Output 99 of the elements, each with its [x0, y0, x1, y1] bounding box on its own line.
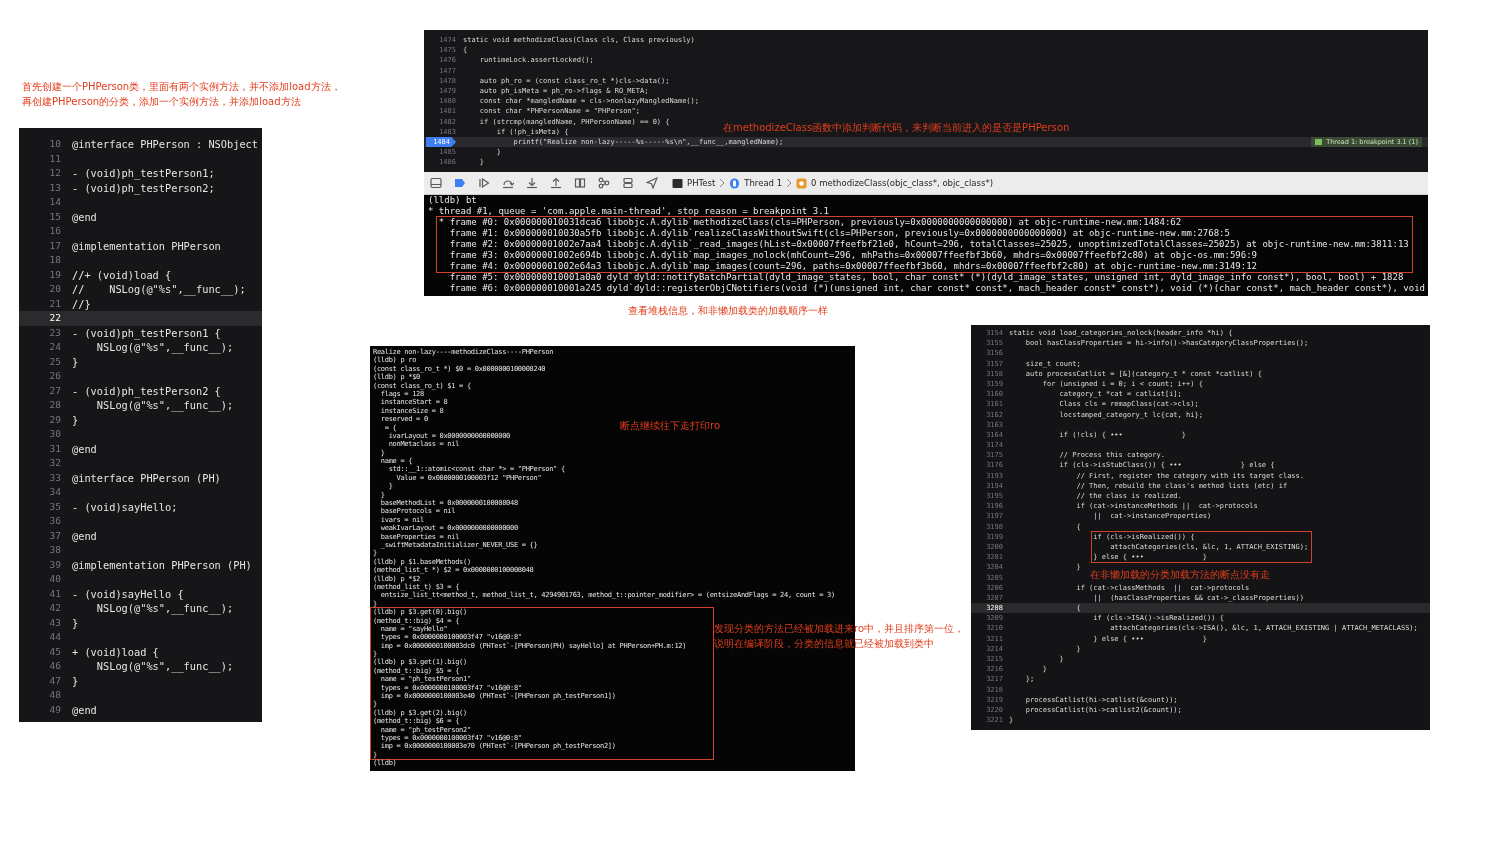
code-line: - (void)sayHello; [72, 499, 178, 514]
console-line: * frame #0: 0x000000010031dca6 libobjc.A.dylib`methodizeClass(cls=PHPerson, previously=0x0000000000000000) at objc-runtime-new.mm:1484:62 [437, 217, 1182, 228]
code-line: // NSLog(@"%s",__func__); [72, 282, 246, 297]
console-line: frame #1: 0x000000010030a5fb libobjc.A.dylib`realizeClassWithoutSwift(cls=PHPerson, previously=0x0000000000000000) at objc-runtime-new.mm:2768:5 [448, 228, 1230, 239]
line-number: 36 [48, 514, 61, 528]
code-line: @interface PHPerson (PH) [72, 470, 221, 485]
annotation-text: 断点继续往下走打印ro [620, 420, 720, 431]
console-line: frame #5: 0x000000010001a0a0 dyld`dyld::notifyBatchPartial(dyld_image_states, bool, char const* (*)(dyld_image_states, unsigned int, dyld_image_info const*), bool, bool) + 1828 [448, 272, 1404, 283]
line-number: 39 [48, 557, 61, 572]
step-into-icon[interactable] [526, 177, 538, 189]
line-number: 31 [48, 441, 61, 456]
console-line: * thread #1, queue = 'com.apple.main-thread', stop reason = breakpoint 3.1 [428, 206, 829, 217]
code-line: } [72, 615, 79, 630]
code-line: NSLog(@"%s",__func__); [95, 340, 234, 355]
line-number: 20 [48, 282, 61, 296]
code-line: NSLog(@"%s",__func__); [95, 659, 234, 674]
line-number: 40 [48, 572, 61, 586]
line-number: 13 [48, 180, 61, 195]
line-number: 37 [48, 528, 61, 543]
code-line: - (void)ph_testPerson1; [72, 166, 215, 181]
line-number: 16 [48, 224, 61, 238]
line-number: 17 [48, 238, 61, 253]
line-number: 26 [48, 369, 61, 383]
line-number: 10 [48, 137, 61, 151]
line-number: 24 [48, 340, 61, 354]
location-icon[interactable] [646, 177, 658, 189]
chevron-icon [786, 177, 793, 189]
line-number: 29 [48, 412, 61, 427]
thread-icon [729, 177, 741, 189]
line-number: 46 [48, 659, 61, 673]
breakpoint-tag-icon[interactable] [454, 177, 466, 189]
code-line: NSLog(@"%s",__func__); [95, 398, 234, 413]
code-line: - (void)ph_testPerson2; [72, 180, 215, 195]
line-number: 27 [48, 383, 61, 398]
code-line: } [72, 673, 79, 688]
line-number: 14 [48, 195, 61, 209]
console-line: (lldb) bt [428, 195, 477, 206]
code-line: @end [72, 702, 97, 717]
code-line: - (void)sayHello { [72, 586, 184, 601]
continue-icon[interactable] [478, 177, 490, 189]
code-line: - (void)ph_testPerson2 { [72, 383, 221, 398]
line-number: 32 [48, 456, 61, 470]
code-line: } [72, 412, 79, 427]
breadcrumb-item[interactable]: Thread 1 [744, 178, 783, 188]
line-number: 42 [48, 601, 61, 615]
step-over-icon[interactable] [502, 177, 514, 189]
annotation-text: 再创建PHPerson的分类，添加一个实例方法，并添加load方法 [22, 96, 301, 107]
line-number: 43 [48, 615, 61, 630]
line-number: 41 [48, 586, 61, 601]
code-line: @interface PHPerson : NSObject [72, 137, 258, 152]
line-number: 11 [48, 151, 61, 166]
view-hierarchy-icon[interactable] [574, 177, 586, 189]
line-number: 34 [48, 485, 61, 499]
line-number: 45 [48, 644, 61, 659]
line-number: 15 [48, 209, 61, 224]
line-number: 12 [48, 166, 61, 180]
environment-icon[interactable] [622, 177, 634, 189]
line-number: 30 [48, 427, 61, 441]
stack-frame-icon [796, 177, 808, 189]
code-line: //} [72, 296, 91, 311]
code-line: @end [72, 441, 97, 456]
chevron-icon [719, 177, 726, 189]
code-line: } [72, 354, 79, 369]
code-line: @end [72, 528, 97, 543]
line-number: 44 [48, 630, 61, 644]
line-number: 21 [48, 296, 61, 311]
console-line: frame #6: 0x000000010001a245 dyld`dyld::registerObjCNotifiers(void (*)(unsigned int, char const* const*, mach_header const* const*), void (*)(char const*, mach_header const*), void [448, 283, 1425, 294]
app-icon [672, 177, 683, 189]
console-line: frame #2: 0x00000001002e7aa4 libobjc.A.dylib`_read_images(hList=0x00007ffeefbf21e0, hCount=296, totalClasses=25025, unoptimizedTotalClasses=25025) at objc-runtime-new.mm:3811:13 [448, 239, 1409, 250]
line-number: 25 [48, 354, 61, 369]
line-number: 28 [48, 398, 61, 412]
console-line: frame #4: 0x00000001002e64a3 libobjc.A.dylib`map_images(count=296, paths=0x00007ffeefbf3b60, mhdrs=0x00007ffeefbf2c80) at objc-runtime-new.mm:3149:12 [448, 261, 1258, 272]
annotation-text: 查看堆栈信息，和非懒加载类的加载顺序一样 [628, 305, 828, 316]
code-line: @end [72, 209, 97, 224]
code-line: + (void)load { [72, 644, 159, 659]
annotation-text: 在非懒加载的分类加载方法的断点没有走 [1090, 569, 1270, 580]
line-number: 18 [48, 253, 61, 267]
line-number: 19 [48, 267, 61, 282]
line-number: 38 [48, 543, 61, 557]
line-number: 48 [48, 688, 61, 702]
line-number: 33 [48, 470, 61, 485]
code-line: - (void)ph_testPerson1 { [72, 325, 221, 340]
console-toggle-icon[interactable] [430, 177, 442, 189]
breadcrumb-item[interactable]: PHTest [687, 178, 716, 188]
memory-graph-icon[interactable] [598, 177, 610, 189]
code-line: //+ (void)load { [72, 267, 172, 282]
step-out-icon[interactable] [550, 177, 562, 189]
code-line: NSLog(@"%s",__func__); [95, 601, 234, 616]
line-number: 22 [48, 311, 61, 325]
annotation-text: 在methodizeClass函数中添加判断代码，来判断当前进入的是否是PHPerson [723, 122, 1070, 133]
annotation-text: 首先创建一个PHPerson类，里面有两个实例方法，并不添加load方法， [22, 81, 341, 92]
code-line: @implementation PHPerson (PH) [72, 557, 252, 572]
line-number: 23 [48, 325, 61, 340]
console-line: frame #3: 0x00000001002e694b libobjc.A.dylib`map_images_nolock(mhCount=296, mhPaths=0x00007ffeefbf3b60, mhdrs=0x00007ffeefbf2c80) at objc-os.mm:596:9 [448, 250, 1258, 261]
line-number: 49 [48, 702, 61, 717]
breadcrumb-item[interactable]: 0 methodizeClass(objc_class*, objc_class*) [811, 178, 993, 188]
line-number: 47 [48, 673, 61, 688]
line-number: 35 [48, 499, 61, 514]
code-line: @implementation PHPerson [72, 238, 221, 253]
